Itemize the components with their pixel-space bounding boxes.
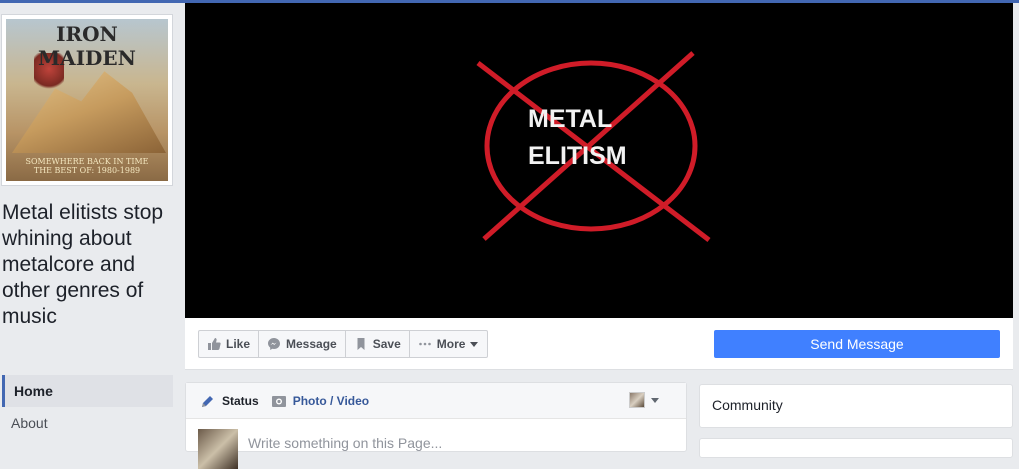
avatar (198, 429, 238, 469)
album-caption-line1: SOMEWHERE BACK IN TIME (25, 157, 149, 166)
tab-status[interactable]: Status (200, 393, 259, 409)
like-button[interactable]: Like (199, 331, 260, 357)
composer-input[interactable]: Write something on this Page... (248, 435, 442, 451)
album-logo-text: IRON MAIDEN (38, 22, 136, 70)
nav-item-home[interactable]: Home (2, 375, 173, 407)
send-message-button[interactable]: Send Message (714, 330, 1000, 358)
chevron-down-icon (470, 342, 479, 347)
cover-text-line2: ELITISM (528, 142, 627, 170)
page-title[interactable]: Metal elitists stop whining about metalc… (2, 200, 174, 330)
posting-as-selector[interactable] (629, 392, 660, 408)
nav-item-about[interactable]: About (2, 407, 173, 439)
save-button[interactable]: Save (346, 331, 410, 357)
action-button-group: Like Message Save More (198, 330, 489, 358)
tab-photo-video[interactable]: Photo / Video (271, 393, 369, 409)
page-action-bar: Like Message Save More Send Message (185, 318, 1013, 370)
bookmark-icon (357, 338, 365, 350)
composer-body[interactable]: Write something on this Page... (186, 419, 686, 469)
cover-text-line1: METAL (528, 105, 613, 133)
composer-tabs: Status Photo / Video (186, 383, 686, 419)
camera-icon (271, 395, 286, 407)
cover-text: METAL ELITISM (528, 101, 668, 175)
cover-photo[interactable]: METAL ELITISM (185, 3, 1013, 318)
pencil-icon (202, 395, 213, 407)
ellipsis-icon (418, 342, 431, 346)
message-label: Message (286, 337, 337, 351)
save-label: Save (372, 337, 401, 351)
message-button[interactable]: Message (259, 331, 346, 357)
post-composer: Status Photo / Video Write something on … (185, 382, 687, 469)
thumbs-up-icon (208, 338, 221, 350)
tab-status-label: Status (222, 393, 259, 408)
page-avatar-thumb (629, 392, 645, 408)
album-caption-line2: THE BEST OF: 1980-1989 (33, 166, 141, 175)
album-cover-image: IRON MAIDEN SOMEWHERE BACK IN TIME THE B… (6, 19, 168, 181)
tab-photo-video-label: Photo / Video (292, 393, 370, 408)
next-card (699, 438, 1013, 458)
profile-picture[interactable]: IRON MAIDEN SOMEWHERE BACK IN TIME THE B… (1, 14, 173, 186)
more-button[interactable]: More (410, 331, 488, 357)
more-label: More (436, 337, 466, 351)
album-caption: SOMEWHERE BACK IN TIME THE BEST OF: 1980… (6, 157, 168, 175)
chevron-down-icon (651, 398, 659, 403)
community-title: Community (712, 397, 783, 413)
like-label: Like (226, 337, 251, 351)
community-card[interactable]: Community (699, 384, 1013, 428)
messenger-icon (268, 338, 281, 350)
